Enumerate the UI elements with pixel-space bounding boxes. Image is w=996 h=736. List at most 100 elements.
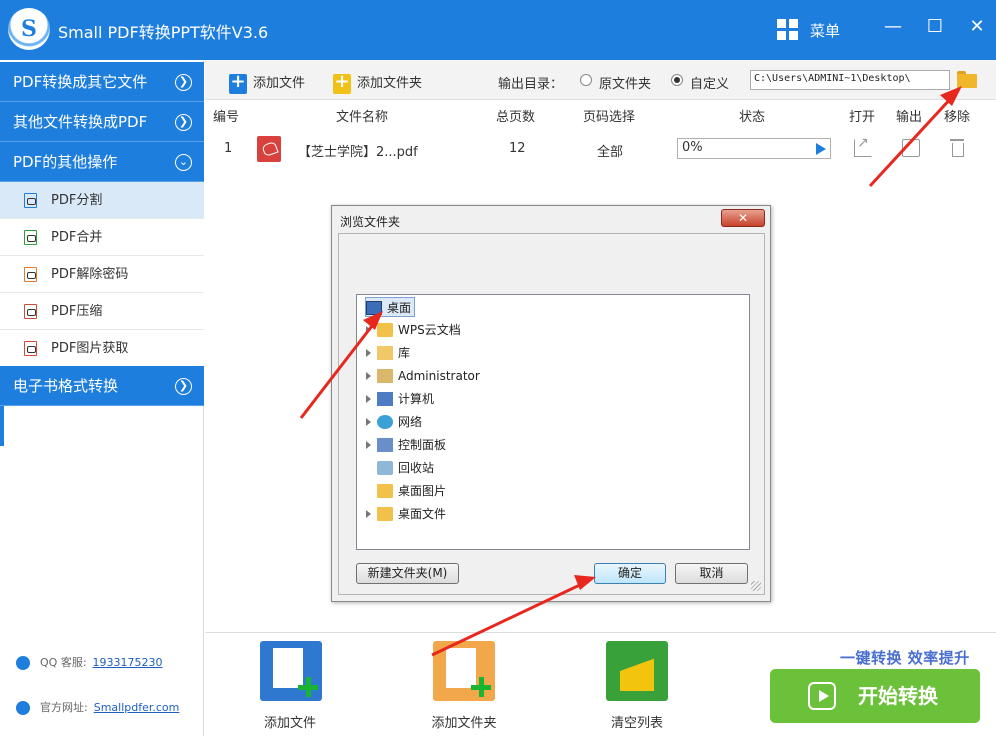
expand-arrow-icon[interactable] bbox=[366, 395, 371, 403]
col-filename: 文件名称 bbox=[336, 110, 389, 125]
tree-item-library[interactable]: 库 bbox=[366, 343, 410, 363]
add-file-button[interactable]: 添加文件 bbox=[229, 71, 305, 94]
sidebar-category-pdf-other-ops[interactable]: PDF的其他操作 ⌄ bbox=[0, 142, 204, 182]
play-icon[interactable] bbox=[816, 143, 826, 155]
sidebar-category-pdf-to-other[interactable]: PDF转换成其它文件 ❯ bbox=[0, 62, 204, 102]
folder-icon bbox=[377, 483, 393, 498]
file-table-header: 编号 文件名称 总页数 页码选择 状态 打开 输出 移除 bbox=[205, 101, 996, 127]
app-title: Small PDF转换PPT软件V3.6 bbox=[58, 23, 269, 42]
chevron-right-icon: ❯ bbox=[175, 378, 192, 395]
folder-tree[interactable]: 桌面 WPS云文档 库 Administrator 计算机 网络 控制面板 回收… bbox=[356, 294, 750, 550]
browse-folder-icon[interactable] bbox=[957, 71, 977, 88]
computer-icon bbox=[377, 391, 393, 406]
main-toolbar: 添加文件 添加文件夹 输出目录： 原文件夹 自定义 C:\Users\ADMIN… bbox=[205, 60, 996, 100]
menu-grid-icon[interactable] bbox=[777, 19, 799, 41]
table-row[interactable]: 1 【芝士学院】2...pdf 12 全部 0% bbox=[205, 130, 996, 170]
add-folder-button[interactable]: 添加文件夹 bbox=[333, 71, 422, 94]
clear-list-label: 清空列表 bbox=[610, 716, 663, 731]
sidebar-item-pdf-split[interactable]: PDF分割 bbox=[0, 182, 204, 219]
row-status-progress: 0% bbox=[677, 138, 831, 159]
clear-list-button[interactable] bbox=[606, 641, 668, 701]
pdf-file-icon bbox=[24, 193, 37, 208]
new-folder-button[interactable]: 新建文件夹(M) bbox=[356, 563, 459, 584]
qq-support: QQ 客服: 1933175230 bbox=[16, 654, 163, 670]
bottom-action-bar: 添加文件 添加文件夹 清空列表 一键转换 效率提升 开始转换 bbox=[205, 632, 996, 736]
close-button[interactable]: ✕ bbox=[962, 14, 992, 40]
sidebar-item-pdf-compress[interactable]: PDF压缩 bbox=[0, 293, 204, 330]
big-add-file-button[interactable] bbox=[260, 641, 322, 701]
tree-item-wps-cloud[interactable]: WPS云文档 bbox=[366, 320, 461, 340]
dialog-close-button[interactable]: ✕ bbox=[721, 209, 765, 227]
expand-arrow-icon[interactable] bbox=[366, 349, 371, 357]
broom-icon bbox=[620, 649, 654, 691]
radio-original-folder[interactable] bbox=[580, 74, 592, 86]
expand-arrow-icon[interactable] bbox=[366, 441, 371, 449]
browser-icon bbox=[16, 701, 30, 715]
col-pages: 总页数 bbox=[496, 110, 536, 125]
qq-link[interactable]: 1933175230 bbox=[93, 656, 163, 669]
slogan-text: 一键转换 效率提升 bbox=[840, 649, 970, 667]
expand-arrow-icon[interactable] bbox=[366, 510, 371, 518]
big-add-folder-label: 添加文件夹 bbox=[431, 716, 497, 731]
sidebar-item-pdf-unlock[interactable]: PDF解除密码 bbox=[0, 256, 204, 293]
add-file-icon bbox=[229, 71, 247, 94]
pdf-file-icon bbox=[24, 341, 37, 356]
chevron-down-icon: ⌄ bbox=[175, 154, 192, 171]
dialog-body: 桌面 WPS云文档 库 Administrator 计算机 网络 控制面板 回收… bbox=[338, 233, 765, 595]
col-status: 状态 bbox=[739, 110, 766, 125]
sidebar-accent-bar bbox=[0, 406, 4, 446]
tree-item-recycle-bin[interactable]: 回收站 bbox=[377, 458, 434, 478]
tree-item-desktop[interactable]: 桌面 bbox=[365, 297, 416, 317]
pdf-file-icon bbox=[24, 230, 37, 245]
site-link[interactable]: Smallpdfer.com bbox=[94, 701, 180, 714]
output-dir-label: 输出目录： bbox=[498, 77, 564, 92]
expand-arrow-icon[interactable] bbox=[366, 372, 371, 380]
radio-original-label: 原文件夹 bbox=[599, 77, 652, 92]
cancel-button[interactable]: 取消 bbox=[675, 563, 748, 584]
expand-arrow-icon[interactable] bbox=[366, 326, 371, 334]
tree-item-network[interactable]: 网络 bbox=[366, 412, 422, 432]
output-folder-icon[interactable] bbox=[902, 139, 920, 157]
expand-arrow-icon[interactable] bbox=[366, 418, 371, 426]
qq-icon bbox=[16, 656, 30, 670]
official-site: 官方网址: Smallpdfer.com bbox=[16, 699, 179, 715]
big-add-folder-button[interactable] bbox=[433, 641, 495, 701]
sidebar-item-pdf-image-extract[interactable]: PDF图片获取 bbox=[0, 330, 204, 367]
browse-folder-dialog: 浏览文件夹 ✕ 桌面 WPS云文档 库 Administrator 计算机 网络… bbox=[331, 205, 771, 602]
maximize-button[interactable]: ☐ bbox=[920, 14, 950, 40]
add-folder-icon bbox=[333, 71, 351, 94]
sidebar-item-pdf-merge[interactable]: PDF合并 bbox=[0, 219, 204, 256]
pdf-file-icon bbox=[24, 267, 37, 282]
sidebar-category-ebook-convert[interactable]: 电子书格式转换 ❯ bbox=[0, 366, 204, 406]
start-convert-button[interactable]: 开始转换 bbox=[770, 669, 980, 723]
open-external-icon[interactable] bbox=[854, 135, 872, 157]
resize-grip[interactable] bbox=[751, 581, 761, 591]
trash-icon[interactable] bbox=[948, 139, 966, 157]
tree-item-desktop-files[interactable]: 桌面文件 bbox=[366, 504, 446, 524]
row-index: 1 bbox=[224, 141, 233, 156]
radio-custom-label: 自定义 bbox=[690, 77, 730, 92]
sidebar-category-other-to-pdf[interactable]: 其他文件转换成PDF ❯ bbox=[0, 102, 204, 142]
col-open: 打开 bbox=[849, 110, 876, 125]
row-range[interactable]: 全部 bbox=[597, 141, 623, 160]
title-bar: S Small PDF转换PPT软件V3.6 菜单 — ☐ ✕ bbox=[0, 0, 996, 60]
col-output: 输出 bbox=[896, 110, 923, 125]
folder-icon bbox=[377, 506, 393, 521]
chevron-right-icon: ❯ bbox=[175, 74, 192, 91]
col-index: 编号 bbox=[213, 110, 240, 125]
output-path-field[interactable]: C:\Users\ADMINI~1\Desktop\ bbox=[750, 70, 950, 90]
radio-custom-folder[interactable] bbox=[671, 74, 683, 86]
ok-button[interactable]: 确定 bbox=[594, 563, 666, 584]
tree-item-desktop-pictures[interactable]: 桌面图片 bbox=[377, 481, 446, 501]
row-pages: 12 bbox=[509, 141, 526, 156]
sidebar: PDF转换成其它文件 ❯ 其他文件转换成PDF ❯ PDF的其他操作 ⌄ PDF… bbox=[0, 60, 204, 736]
tree-item-computer[interactable]: 计算机 bbox=[366, 389, 434, 409]
app-logo-icon: S bbox=[8, 8, 50, 50]
dialog-title: 浏览文件夹 bbox=[340, 215, 401, 229]
minimize-button[interactable]: — bbox=[878, 14, 908, 40]
tree-item-control-panel[interactable]: 控制面板 bbox=[366, 435, 446, 455]
menu-button[interactable]: 菜单 bbox=[810, 20, 840, 41]
plus-icon bbox=[471, 677, 491, 697]
recycle-bin-icon bbox=[377, 460, 393, 475]
tree-item-administrator[interactable]: Administrator bbox=[366, 366, 480, 386]
